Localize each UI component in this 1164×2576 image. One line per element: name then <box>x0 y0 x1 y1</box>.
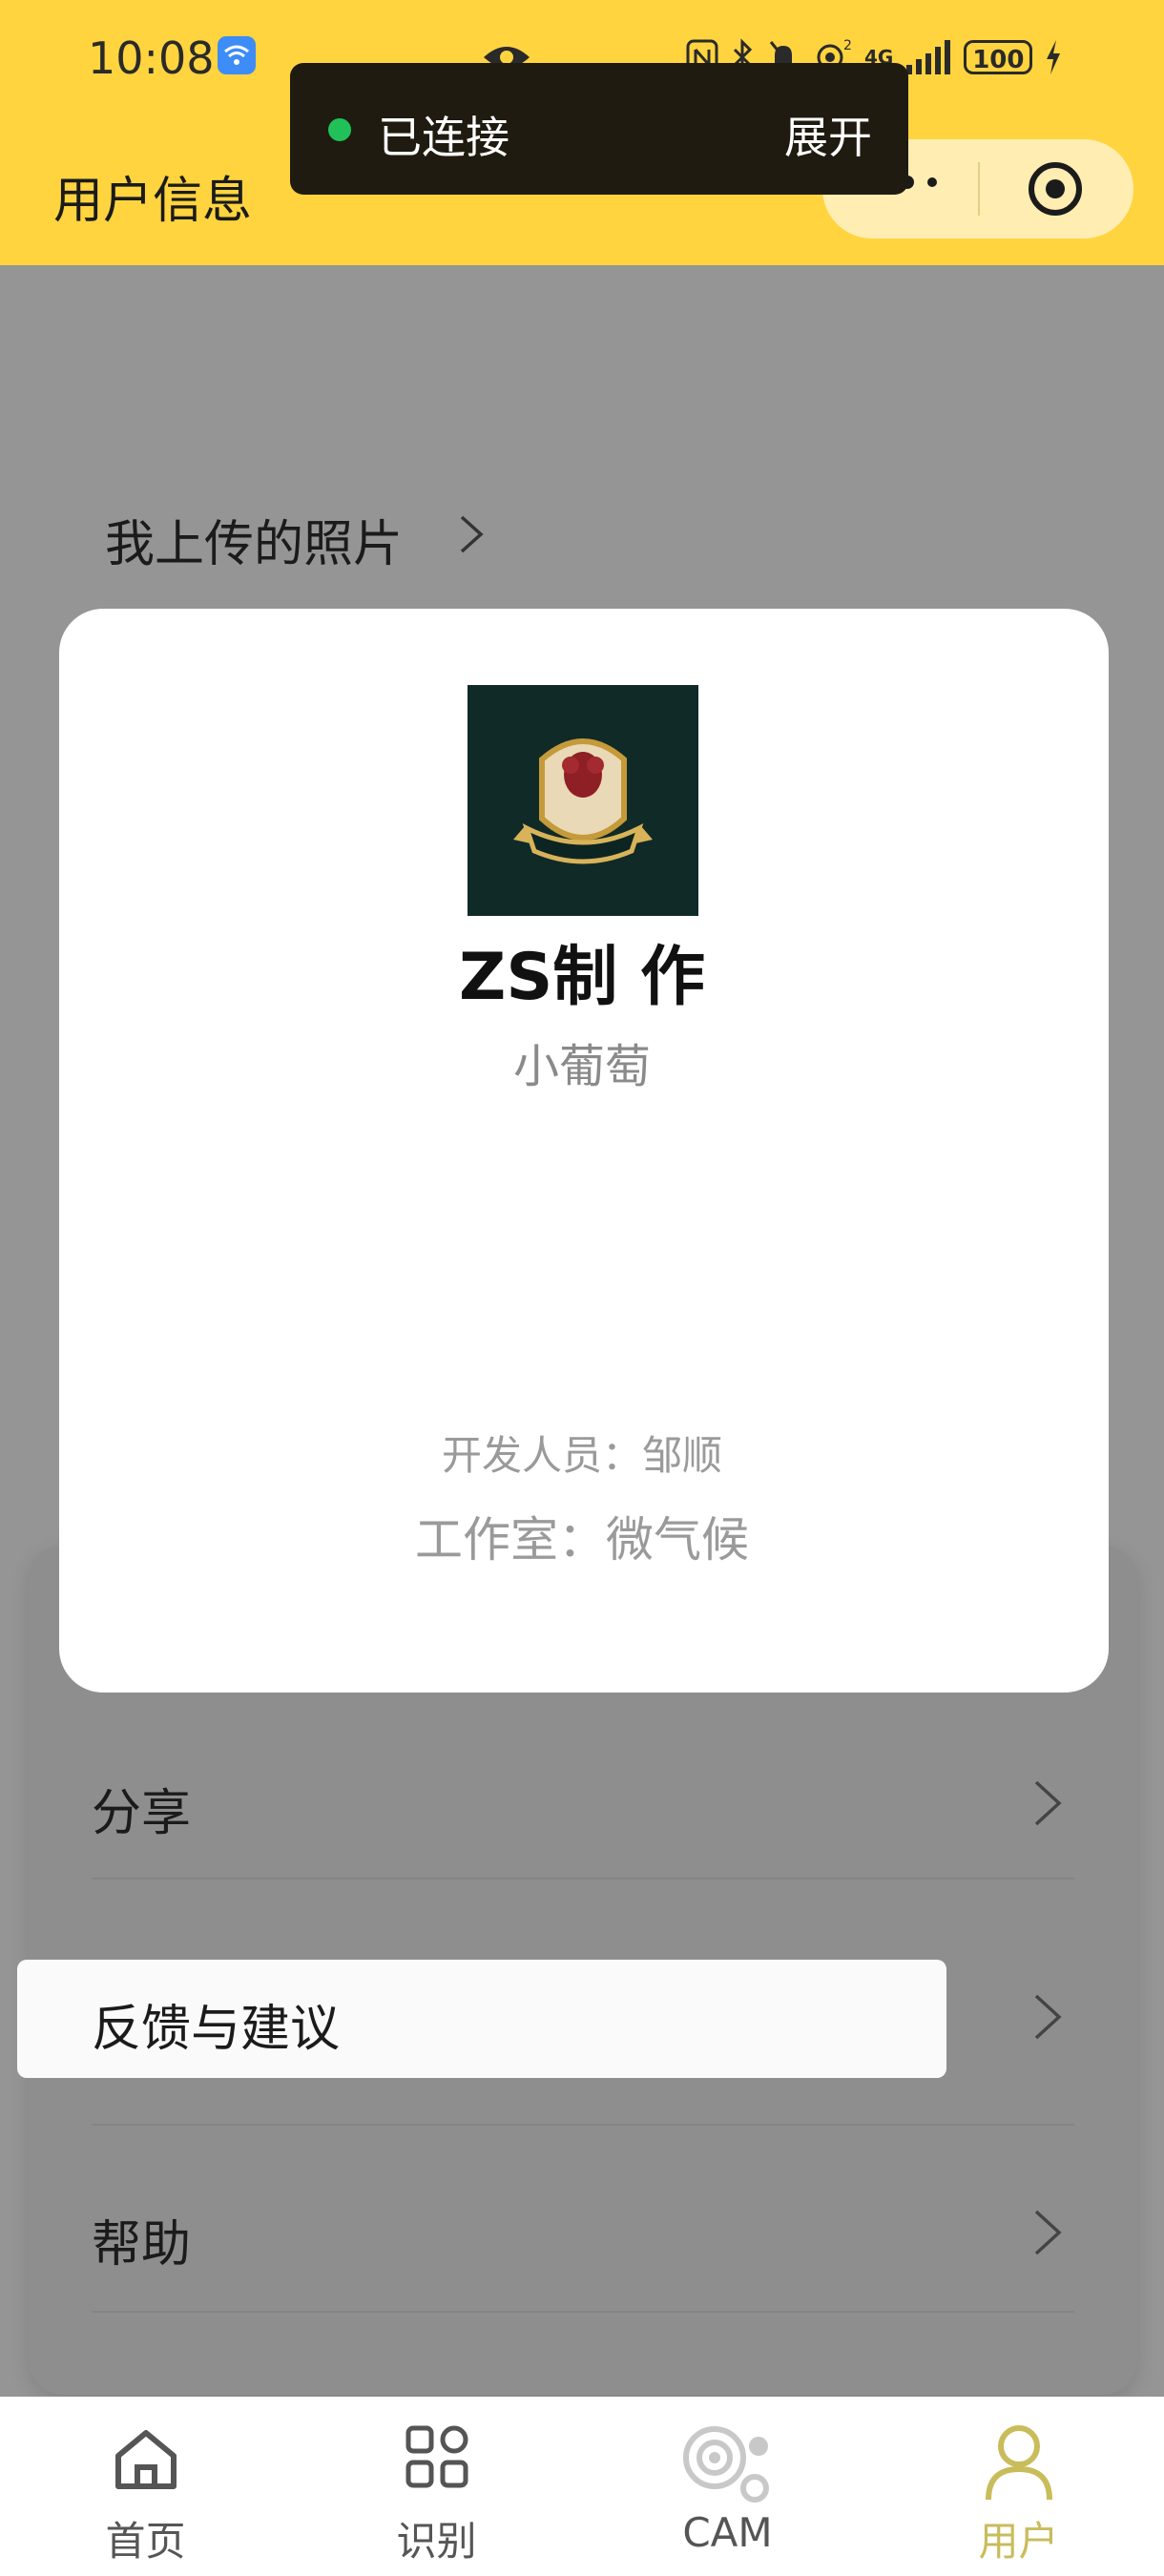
tab-cam[interactable]: CAM <box>582 2397 873 2576</box>
home-icon <box>114 2430 177 2489</box>
tab-user[interactable]: 用户 <box>873 2397 1164 2576</box>
connection-status: 已连接 <box>378 112 509 163</box>
tab-recognize[interactable]: 识别 <box>291 2397 582 2576</box>
menu-item-help[interactable]: 帮助 <box>92 2204 191 2275</box>
tab-label: 识别 <box>396 2518 477 2565</box>
grape-logo-image <box>468 685 698 916</box>
tab-label: 首页 <box>105 2518 186 2565</box>
user-icon <box>985 2425 1052 2501</box>
grid-icon <box>405 2425 468 2488</box>
expand-button[interactable]: 展开 <box>784 103 872 166</box>
wifi-icon <box>218 36 256 74</box>
target-circle-icon[interactable] <box>1027 160 1084 218</box>
chevron-right-icon <box>460 515 484 553</box>
status-time: 10:08 <box>88 32 215 84</box>
profile-subtitle: 小葡萄 <box>512 1040 651 1093</box>
menu-item-share[interactable]: 分享 <box>92 1773 191 1844</box>
tab-label: 用户 <box>978 2518 1059 2565</box>
profile-name: ZS制 作 <box>459 940 705 1015</box>
charging-icon <box>1047 40 1061 74</box>
menu-divider <box>92 2311 1074 2313</box>
cam-icon <box>682 2426 769 2503</box>
tab-bar: 首页 识别 CAM 用户 <box>0 2397 1164 2576</box>
chevron-right-icon <box>1034 2210 1062 2255</box>
menu-divider <box>92 1878 1074 1880</box>
studio-info: 工作室：微气候 <box>415 1512 749 1568</box>
developer-info: 开发人员：邹顺 <box>441 1432 722 1479</box>
tab-label: CAM <box>682 2509 773 2556</box>
menu-divider <box>92 2124 1074 2126</box>
capsule-divider <box>978 162 980 216</box>
connection-toast: 已连接 展开 <box>290 63 908 195</box>
svg-text:2: 2 <box>843 38 852 53</box>
avatar <box>468 685 698 916</box>
chevron-right-icon <box>1034 1780 1062 1826</box>
connected-dot-icon <box>328 118 351 141</box>
page-title: 用户信息 <box>53 173 253 230</box>
my-uploads-link[interactable]: 我上传的照片 <box>105 504 403 575</box>
chevron-right-icon <box>1034 1994 1062 2040</box>
tab-home[interactable]: 首页 <box>0 2397 291 2576</box>
menu-item-feedback[interactable]: 反馈与建议 <box>92 1988 340 2060</box>
battery-icon: 100 <box>964 40 1033 74</box>
signal-icon <box>906 40 951 74</box>
